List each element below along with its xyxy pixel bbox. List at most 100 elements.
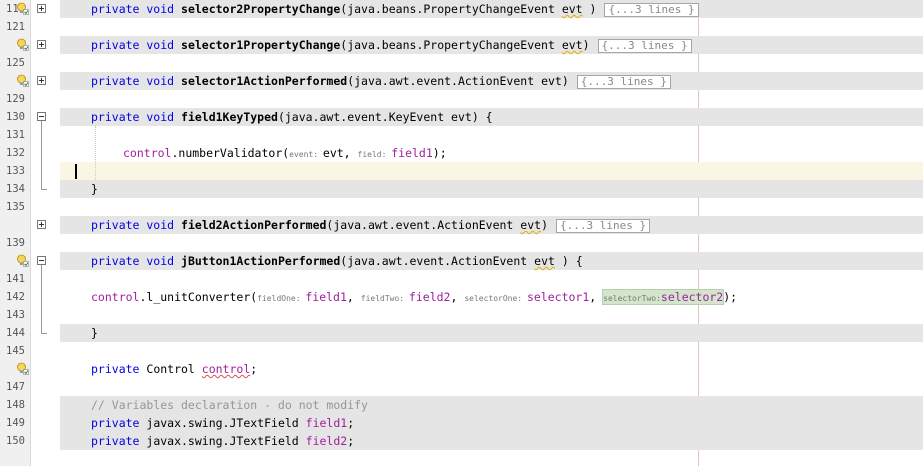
code-text: private void jButton1ActionPerformed(jav… bbox=[91, 254, 583, 268]
code-line[interactable]: 133 bbox=[0, 162, 923, 180]
hint-bulb-icon[interactable] bbox=[16, 74, 29, 87]
code-token: private void bbox=[91, 254, 182, 268]
code-token: jButton1ActionPerformed bbox=[181, 254, 341, 268]
hint-bulb-icon[interactable] bbox=[16, 2, 29, 15]
collapse-fold-icon[interactable] bbox=[37, 112, 46, 121]
code-text: control.numberValidator(event: evt, fiel… bbox=[123, 146, 447, 162]
code-line[interactable]: 149 private javax.swing.JTextField field1… bbox=[0, 414, 923, 432]
indent-guide bbox=[95, 126, 96, 180]
code-token: field1KeyTyped bbox=[181, 110, 278, 124]
fold-guide bbox=[41, 265, 42, 333]
code-line[interactable]: private void jButton1ActionPerformed(jav… bbox=[0, 252, 923, 270]
code-line[interactable]: private void field2ActionPerformed(java.… bbox=[0, 216, 923, 234]
code-token: selector1 bbox=[526, 290, 590, 304]
collapse-fold-icon[interactable] bbox=[37, 256, 46, 265]
line-number: 135 bbox=[6, 201, 25, 213]
parameter-hint: field: bbox=[357, 150, 392, 159]
code-token: evt bbox=[534, 254, 555, 268]
code-editor[interactable]: 117 private void selector2PropertyChange(… bbox=[0, 0, 923, 466]
code-token: private void bbox=[91, 2, 182, 16]
fold-guide bbox=[41, 121, 42, 189]
line-number: 143 bbox=[6, 309, 25, 321]
code-token: field2ActionPerformed bbox=[181, 218, 327, 232]
line-number: 133 bbox=[6, 165, 25, 177]
code-token: evt bbox=[561, 38, 583, 52]
code-token: (java.awt.event.ActionEvent bbox=[326, 218, 521, 232]
hint-bulb-icon[interactable] bbox=[16, 362, 29, 375]
code-token: private void bbox=[91, 110, 182, 124]
line-number: 132 bbox=[6, 147, 25, 159]
folded-code-box[interactable]: {...3 lines } bbox=[597, 39, 692, 53]
code-token: selector1PropertyChange bbox=[181, 38, 341, 52]
code-line[interactable]: 125 bbox=[0, 54, 923, 72]
fold-guide-end bbox=[41, 189, 47, 190]
code-line[interactable]: 144} bbox=[0, 324, 923, 342]
code-text: } bbox=[91, 326, 98, 340]
code-token: , bbox=[589, 290, 604, 304]
line-number: 129 bbox=[6, 93, 25, 105]
expand-fold-icon[interactable] bbox=[37, 40, 46, 49]
expand-fold-icon[interactable] bbox=[37, 76, 46, 85]
current-line-highlight bbox=[60, 162, 923, 180]
code-line[interactable]: private Control control; bbox=[0, 360, 923, 378]
code-line[interactable]: private void selector1PropertyChange(jav… bbox=[0, 36, 923, 54]
code-token: ) bbox=[582, 2, 597, 16]
expand-fold-icon[interactable] bbox=[37, 4, 46, 13]
folded-code-box[interactable]: {...3 lines } bbox=[556, 219, 651, 233]
code-line[interactable]: 121 bbox=[0, 18, 923, 36]
code-token: field1 bbox=[305, 416, 348, 430]
parameter-hint: fieldOne: bbox=[257, 294, 306, 303]
code-line[interactable]: 148 // Variables declaration - do not mod… bbox=[0, 396, 923, 414]
parameter-hint: selectorOne: bbox=[464, 294, 527, 303]
code-line[interactable]: 142 control.l_unitConverter(fieldOne: fie… bbox=[0, 288, 923, 306]
code-line[interactable]: 134} bbox=[0, 180, 923, 198]
line-number: 121 bbox=[6, 21, 25, 33]
code-line[interactable]: 150 private javax.swing.JTextField field2… bbox=[0, 432, 923, 450]
fold-guide-end bbox=[41, 333, 47, 334]
line-number: 131 bbox=[6, 129, 25, 141]
code-token: selector1ActionPerformed bbox=[181, 74, 348, 88]
expand-fold-icon[interactable] bbox=[37, 220, 46, 229]
code-line[interactable]: 129 bbox=[0, 90, 923, 108]
line-number: 149 bbox=[6, 417, 25, 429]
code-text: control.l_unitConverter(fieldOne: field1… bbox=[91, 289, 738, 306]
code-text: } bbox=[91, 182, 98, 196]
code-line[interactable]: 117 private void selector2PropertyChange(… bbox=[0, 0, 923, 18]
line-number: 148 bbox=[6, 399, 25, 411]
hint-bulb-icon[interactable] bbox=[16, 38, 29, 51]
code-line[interactable]: 143 bbox=[0, 306, 923, 324]
code-token: field1 bbox=[305, 290, 347, 304]
line-number: 141 bbox=[6, 273, 25, 285]
folded-code-box[interactable]: {...3 lines } bbox=[576, 75, 671, 89]
code-token: } bbox=[91, 182, 98, 196]
hint-bulb-icon[interactable] bbox=[16, 254, 29, 267]
code-token: } bbox=[91, 326, 98, 340]
code-token: control bbox=[201, 362, 251, 376]
code-token: evt bbox=[520, 218, 542, 232]
folded-code-box[interactable]: {...3 lines } bbox=[604, 3, 699, 17]
code-token: javax.swing.JTextField bbox=[146, 434, 306, 448]
code-token: private void bbox=[91, 218, 182, 232]
code-line[interactable]: 147 bbox=[0, 378, 923, 396]
code-line[interactable]: 130 private void field1KeyTyped(java.awt.… bbox=[0, 108, 923, 126]
code-token: ) bbox=[561, 74, 569, 88]
code-line[interactable]: 135 bbox=[0, 198, 923, 216]
code-line[interactable]: private void selector1ActionPerformed(ja… bbox=[0, 72, 923, 90]
code-token: selector2PropertyChange bbox=[181, 2, 341, 16]
code-line[interactable]: 145 bbox=[0, 342, 923, 360]
code-token: evt, bbox=[322, 146, 358, 160]
code-line[interactable]: 131 bbox=[0, 126, 923, 144]
code-line[interactable]: 132 control.numberValidator(event: evt, f… bbox=[0, 144, 923, 162]
code-token: ; bbox=[347, 416, 355, 430]
code-token: private bbox=[91, 416, 147, 430]
code-token: (java.awt.event.ActionEvent bbox=[340, 254, 535, 268]
code-token: evt bbox=[541, 74, 562, 88]
line-number: 150 bbox=[6, 435, 25, 447]
code-line[interactable]: 139 bbox=[0, 234, 923, 252]
code-token: (java.awt.event.ActionEvent bbox=[347, 74, 542, 88]
code-text: private void selector1PropertyChange(jav… bbox=[91, 38, 692, 53]
code-line[interactable]: 141 bbox=[0, 270, 923, 288]
code-token: ) { bbox=[554, 254, 583, 268]
code-token: ); bbox=[723, 290, 738, 304]
code-token: field1 bbox=[391, 146, 433, 160]
